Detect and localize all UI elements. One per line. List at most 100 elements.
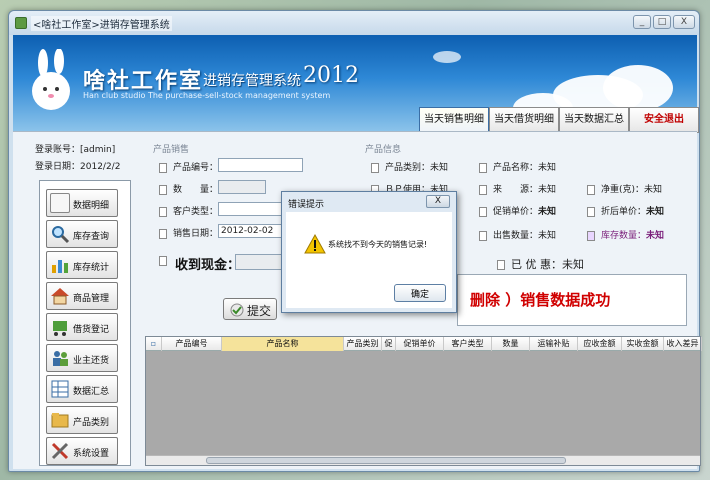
- document-icon: [159, 184, 167, 195]
- title-bar: <啥社工作室>进销存管理系统 _ □ X: [9, 11, 699, 35]
- document-icon: [159, 162, 167, 173]
- maximize-button[interactable]: □: [653, 15, 671, 29]
- search-icon: [52, 226, 70, 244]
- customer-type-label-row: 客户类型：: [159, 204, 218, 217]
- horizontal-scrollbar[interactable]: [146, 455, 700, 465]
- info-name-row: 产品名称：未知: [479, 160, 556, 173]
- ok-button[interactable]: 确定: [394, 284, 446, 302]
- cash-label-row: [159, 256, 173, 267]
- people-icon: [53, 351, 68, 366]
- sales-grid[interactable]: ▫ 产品编号 产品名称 产品类别 促 促销单价 客户类型 数量 运输补贴 应收金…: [145, 336, 702, 466]
- sidebar: 数据明细 库存查询 库存统计 商品管理 借货登记 业主还货 数据汇总 产品类别 …: [39, 180, 131, 466]
- account-value: [admin]: [80, 145, 116, 155]
- sidebar-item-stock-stats[interactable]: 库存统计: [46, 251, 118, 279]
- sidebar-item-product-category[interactable]: 产品类别: [46, 406, 118, 434]
- document-icon: [587, 206, 595, 217]
- quantity-label: 数 量：: [173, 185, 219, 195]
- sidebar-item-system-settings[interactable]: 系统设置: [46, 437, 118, 465]
- name-label: 产品名称：: [493, 163, 539, 173]
- name-value: 未知: [538, 163, 557, 173]
- error-dialog: 错误提示 X 系统找不到今天的销售记录! 确定: [281, 191, 457, 313]
- column-header[interactable]: 数量: [492, 337, 530, 351]
- net-weight-label: 净重(克)：: [601, 185, 645, 195]
- house-icon: [51, 288, 69, 305]
- column-header[interactable]: 实收金额: [622, 337, 664, 351]
- document-icon: [479, 206, 487, 217]
- document-icon: [371, 162, 379, 173]
- column-header[interactable]: 应收金额: [578, 337, 622, 351]
- safe-exit-button[interactable]: 安全退出: [629, 107, 699, 133]
- sidebar-item-product-management[interactable]: 商品管理: [46, 282, 118, 310]
- product-code-input[interactable]: [218, 158, 303, 172]
- dialog-message: 系统找不到今天的销售记录!: [328, 240, 428, 249]
- already-discount-value: 未知: [562, 258, 584, 271]
- info-sold-qty-row: 出售数量：未知: [479, 228, 556, 241]
- row-selector-header[interactable]: ▫: [146, 337, 162, 351]
- discount-price-value: 未知: [646, 207, 665, 217]
- minimize-button[interactable]: _: [633, 15, 651, 29]
- quantity-input[interactable]: [218, 180, 266, 194]
- column-header[interactable]: 客户类型: [444, 337, 492, 351]
- column-header[interactable]: 产品编号: [162, 337, 222, 351]
- sidebar-item-label: 借货登记: [73, 325, 110, 335]
- document-icon: [159, 256, 167, 266]
- promo-price-label: 促销单价：: [493, 207, 539, 217]
- sale-date-label-row: 销售日期：: [159, 226, 218, 239]
- submit-button[interactable]: 提交: [223, 298, 277, 320]
- login-date-value: 2012/2/2: [80, 162, 121, 172]
- dialog-close-button[interactable]: X: [426, 195, 450, 208]
- sale-date-label: 销售日期：: [173, 229, 219, 239]
- sidebar-item-label: 产品类别: [73, 418, 110, 428]
- sidebar-item-stock-query[interactable]: 库存查询: [46, 220, 118, 248]
- cloud-decoration: [433, 51, 461, 63]
- column-header[interactable]: 促销单价: [396, 337, 444, 351]
- today-sales-detail-button[interactable]: 当天销售明细: [419, 107, 489, 133]
- today-loan-detail-button[interactable]: 当天借货明细: [489, 107, 559, 133]
- info-category-row: 产品类别：未知: [371, 160, 448, 173]
- sidebar-item-label: 库存查询: [73, 232, 110, 242]
- column-header[interactable]: 运输补贴: [530, 337, 578, 351]
- category-value: 未知: [430, 163, 449, 173]
- net-weight-value: 未知: [644, 185, 663, 195]
- brand-english: Han club studio The purchase-sell-stock …: [83, 91, 331, 100]
- grid-header: ▫ 产品编号 产品名称 产品类别 促 促销单价 客户类型 数量 运输补贴 应收金…: [146, 337, 702, 351]
- category-label: 产品类别：: [385, 163, 431, 173]
- sidebar-item-data-summary[interactable]: 数据汇总: [46, 375, 118, 403]
- window-title: <啥社工作室>进销存管理系统: [31, 16, 172, 31]
- source-label: 来 源：: [493, 185, 539, 195]
- brand-subtitle: 进销存管理系统: [203, 73, 301, 89]
- document-icon: [587, 230, 595, 241]
- document-icon: [479, 230, 487, 241]
- column-header[interactable]: 收入差异: [664, 337, 702, 351]
- cloud-decoration: [603, 65, 673, 111]
- customer-type-select[interactable]: [218, 202, 288, 216]
- stock-qty-value: 未知: [646, 231, 665, 241]
- sidebar-item-data-detail[interactable]: 数据明细: [46, 189, 118, 217]
- app-icon: [15, 17, 27, 29]
- discount-price-label: 折后单价：: [601, 207, 647, 217]
- quantity-label-row: 数 量：: [159, 182, 218, 195]
- login-date-label: 登录日期：: [35, 162, 81, 172]
- stock-qty-label: 库存数量：: [601, 231, 647, 241]
- sidebar-item-owner-return[interactable]: 业主还货: [46, 344, 118, 372]
- info-stock-qty-row: 库存数量：未知: [587, 228, 664, 241]
- column-header[interactable]: 产品类别: [344, 337, 382, 351]
- column-header[interactable]: 促: [382, 337, 396, 351]
- sale-date-input[interactable]: 2012-02-02: [218, 224, 288, 238]
- scrollbar-thumb[interactable]: [206, 457, 566, 464]
- grid-icon: [51, 380, 69, 398]
- sidebar-item-loan-register[interactable]: 借货登记: [46, 313, 118, 341]
- rabbit-logo-icon: [32, 49, 70, 110]
- close-window-button[interactable]: X: [673, 15, 695, 29]
- account-label: 登录账号：: [35, 145, 81, 155]
- column-header[interactable]: 产品名称: [222, 337, 344, 351]
- sale-group-label: 产品销售: [153, 145, 190, 155]
- product-code-label: 产品编号：: [173, 163, 219, 173]
- info-discount-price-row: 折后单价：未知: [587, 204, 664, 217]
- document-icon: [159, 228, 167, 239]
- document-icon: [497, 260, 505, 270]
- today-summary-button[interactable]: 当天数据汇总: [559, 107, 629, 133]
- dialog-body: 系统找不到今天的销售记录! 确定: [286, 212, 452, 308]
- check-icon: [230, 303, 244, 317]
- sidebar-item-label: 数据明细: [73, 201, 110, 211]
